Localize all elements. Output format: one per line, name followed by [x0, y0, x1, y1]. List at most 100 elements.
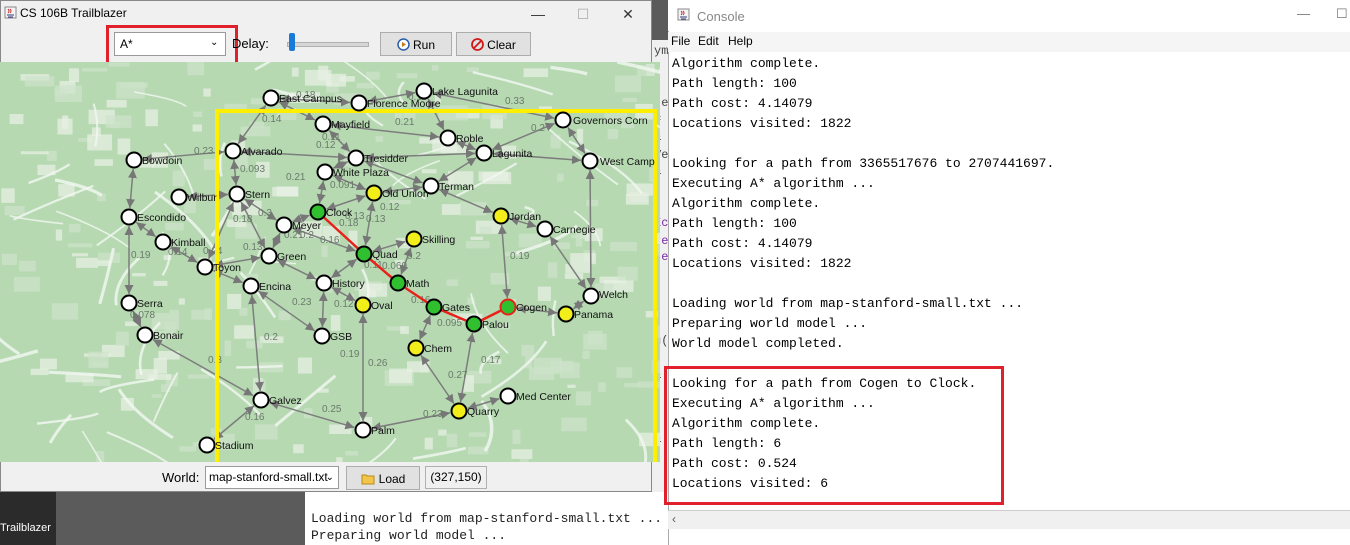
map-node[interactable]: Stadium — [198, 436, 254, 454]
map-node[interactable]: History — [315, 274, 366, 292]
menu-help[interactable]: Help — [728, 34, 753, 48]
map-node-marker[interactable] — [439, 129, 457, 147]
world-select[interactable]: map-stanford-small.txt ⌄ — [205, 466, 339, 489]
map-node-marker[interactable] — [581, 152, 599, 170]
map-node-marker[interactable] — [465, 315, 483, 333]
map-node[interactable]: East Campus — [262, 89, 343, 107]
map-node-marker[interactable] — [536, 220, 554, 238]
map-node[interactable]: Governors Corn — [554, 111, 648, 129]
minimize-button[interactable]: — — [1297, 6, 1310, 21]
map-node-marker[interactable] — [557, 305, 575, 323]
map-node[interactable]: Serra — [120, 294, 163, 312]
map-node-marker[interactable] — [355, 245, 373, 263]
map-node-marker[interactable] — [350, 94, 368, 112]
clear-button[interactable]: Clear — [456, 32, 531, 56]
map-node[interactable]: Toyon — [196, 258, 242, 276]
map-node[interactable]: Skilling — [405, 230, 456, 248]
maximize-button[interactable]: ☐ — [561, 2, 605, 26]
map-node-marker[interactable] — [492, 207, 510, 225]
map-node[interactable]: Escondido — [120, 208, 187, 226]
map-node-marker[interactable] — [120, 294, 138, 312]
map-node-marker[interactable] — [125, 151, 143, 169]
map-node[interactable]: West Camp — [581, 152, 655, 170]
map-node-marker[interactable] — [389, 274, 407, 292]
map-node[interactable]: Lagunita — [475, 144, 533, 162]
map-node[interactable]: Quad — [355, 245, 398, 263]
map-node-marker[interactable] — [354, 421, 372, 439]
map-node-marker[interactable] — [450, 402, 468, 420]
map-node[interactable]: Roble — [439, 129, 484, 147]
close-button[interactable]: ✕ — [606, 2, 650, 26]
map-node[interactable]: Alvarado — [224, 142, 283, 160]
map-node[interactable]: Palou — [465, 315, 510, 333]
map-node-marker[interactable] — [315, 274, 333, 292]
map-node[interactable]: Stern — [228, 185, 271, 203]
map-node[interactable]: Lake Lagunita — [415, 82, 499, 100]
map-node-marker[interactable] — [252, 391, 270, 409]
map-node-marker[interactable] — [136, 326, 154, 344]
map-node[interactable]: Terman — [422, 177, 475, 195]
map-node-marker[interactable] — [314, 115, 332, 133]
map-node[interactable]: Encina — [242, 277, 292, 295]
map-node-marker[interactable] — [415, 82, 433, 100]
map-node[interactable]: Old Union — [365, 184, 429, 202]
map-node-marker[interactable] — [228, 185, 246, 203]
map-node[interactable]: Tresidder — [347, 149, 409, 167]
map-node[interactable]: Quarry — [450, 402, 500, 420]
map-node[interactable]: Welch — [582, 287, 629, 305]
map-node[interactable]: Mayfield — [314, 115, 371, 133]
map-node-marker[interactable] — [154, 233, 172, 251]
map-node-marker[interactable] — [347, 149, 365, 167]
map-node[interactable]: Bonair — [136, 326, 184, 344]
taskbar-item-label[interactable]: Trailblazer — [0, 522, 51, 534]
map-node-marker[interactable] — [582, 287, 600, 305]
run-button[interactable]: Run — [380, 32, 452, 56]
map-node[interactable]: Wilbur — [170, 188, 218, 206]
delay-slider-track[interactable] — [287, 42, 369, 47]
map-node-marker[interactable] — [499, 298, 517, 316]
map-node-marker[interactable] — [407, 339, 425, 357]
map-node[interactable]: Palm — [354, 421, 396, 439]
map-node-marker[interactable] — [275, 216, 293, 234]
horizontal-scrollbar[interactable]: ‹ — [668, 510, 1350, 529]
map-node-marker[interactable] — [309, 203, 327, 221]
map-node-marker[interactable] — [170, 188, 188, 206]
scroll-left-icon[interactable]: ‹ — [672, 512, 676, 526]
map-node[interactable]: Carnegie — [536, 220, 596, 238]
map-node[interactable]: Galvez — [252, 391, 302, 409]
maximize-button[interactable]: ☐ — [1336, 6, 1348, 22]
map-node-marker[interactable] — [316, 163, 334, 181]
map-node[interactable]: Kimball — [154, 233, 206, 251]
map-canvas[interactable]: 0.14 0.11 0.18 0.33 0.21 0.11 0.2 0.23 0.12 0.093… — [0, 62, 660, 462]
load-button[interactable]: Load — [346, 466, 420, 490]
map-node-marker[interactable] — [262, 89, 280, 107]
map-node-marker[interactable] — [224, 142, 242, 160]
map-node[interactable]: Meyer — [275, 216, 322, 234]
map-node[interactable]: Jordan — [492, 207, 542, 225]
menu-file[interactable]: File — [671, 34, 690, 48]
map-node[interactable]: Chem — [407, 339, 453, 357]
map-node[interactable]: Gates — [425, 298, 471, 316]
map-node-marker[interactable] — [405, 230, 423, 248]
map-node-marker[interactable] — [354, 296, 372, 314]
delay-slider-thumb[interactable] — [289, 33, 295, 51]
menu-edit[interactable]: Edit — [698, 34, 719, 48]
map-node[interactable]: Bowdoin — [125, 151, 183, 169]
map-node[interactable]: Oval — [354, 296, 393, 314]
map-node[interactable]: Math — [389, 274, 430, 292]
map-node-marker[interactable] — [425, 298, 443, 316]
map-node-marker[interactable] — [475, 144, 493, 162]
map-node-marker[interactable] — [198, 436, 216, 454]
map-node[interactable]: Clock — [309, 203, 354, 221]
map-node-marker[interactable] — [196, 258, 214, 276]
map-node[interactable]: GSB — [313, 327, 353, 345]
map-node-marker[interactable] — [120, 208, 138, 226]
map-node[interactable]: White Plaza — [316, 163, 390, 181]
map-node[interactable]: Green — [260, 247, 307, 265]
map-node[interactable]: Panama — [557, 305, 614, 323]
map-node-marker[interactable] — [554, 111, 572, 129]
map-node-marker[interactable] — [242, 277, 260, 295]
map-node[interactable]: Med Center — [499, 387, 572, 405]
map-node[interactable]: Cogen — [499, 298, 548, 316]
map-node-marker[interactable] — [313, 327, 331, 345]
